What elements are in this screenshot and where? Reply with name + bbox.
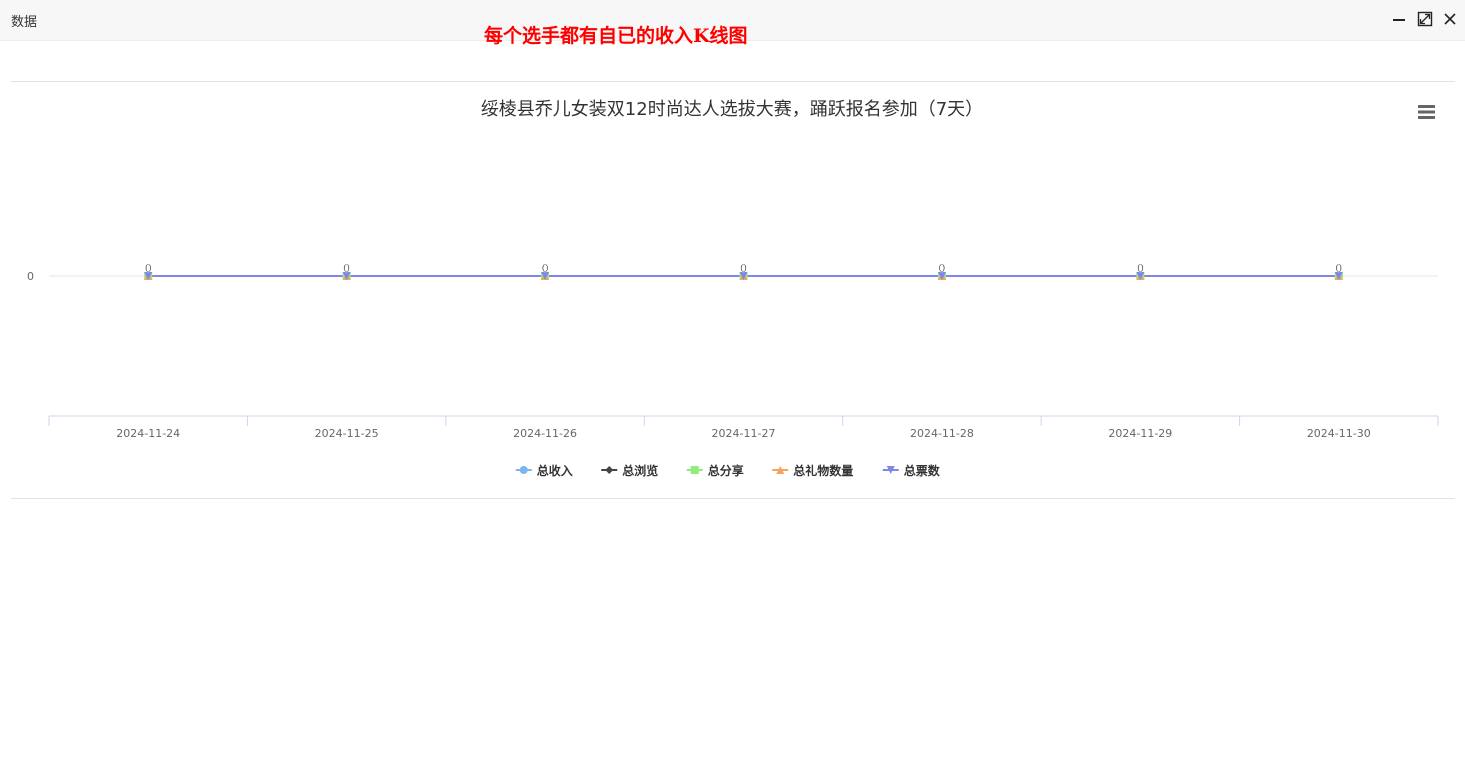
legend-marker xyxy=(519,466,528,474)
annotation-text: 每个选手都有自已的收入K线图 xyxy=(484,25,748,47)
data-label: 0 xyxy=(542,262,549,275)
data-label: 0 xyxy=(145,262,152,275)
legend-item[interactable]: 总分享 xyxy=(708,463,744,478)
x-tick-label: 2024-11-29 xyxy=(1108,427,1172,440)
legend-item[interactable]: 总收入 xyxy=(537,463,573,478)
legend-item[interactable]: 总浏览 xyxy=(622,463,658,478)
hamburger-menu-icon[interactable] xyxy=(1417,103,1437,121)
chart-title: 绥棱县乔儿女装双12时尚达人选拔大赛，踊跃报名参加（7天） xyxy=(481,99,983,120)
data-label: 0 xyxy=(740,262,747,275)
x-tick-label: 2024-11-28 xyxy=(910,427,974,440)
window-title: 数据 xyxy=(11,15,38,30)
legend-item[interactable]: 总礼物数量 xyxy=(793,463,853,478)
line-chart: 绥棱县乔儿女装双12时尚达人选拔大赛，踊跃报名参加（7天） 0 2024-11-24… xyxy=(27,99,1439,478)
close-icon[interactable] xyxy=(1442,11,1458,27)
maximize-icon[interactable] xyxy=(1417,11,1433,27)
data-label: 0 xyxy=(1335,262,1342,275)
x-tick-label: 2024-11-25 xyxy=(315,427,379,440)
x-tick-label: 2024-11-27 xyxy=(712,427,776,440)
data-label: 0 xyxy=(1137,262,1144,275)
y-tick-label: 0 xyxy=(27,270,34,283)
divider-bottom xyxy=(11,498,1455,499)
x-tick-label: 2024-11-24 xyxy=(116,427,180,440)
x-tick-label: 2024-11-26 xyxy=(513,427,577,440)
minimize-icon[interactable] xyxy=(1391,11,1407,27)
x-tick-label: 2024-11-30 xyxy=(1307,427,1371,440)
legend-item[interactable]: 总票数 xyxy=(904,463,941,478)
data-label: 0 xyxy=(938,262,945,275)
legend-marker xyxy=(605,466,614,474)
data-label: 0 xyxy=(343,262,350,275)
legend-marker xyxy=(690,466,699,474)
